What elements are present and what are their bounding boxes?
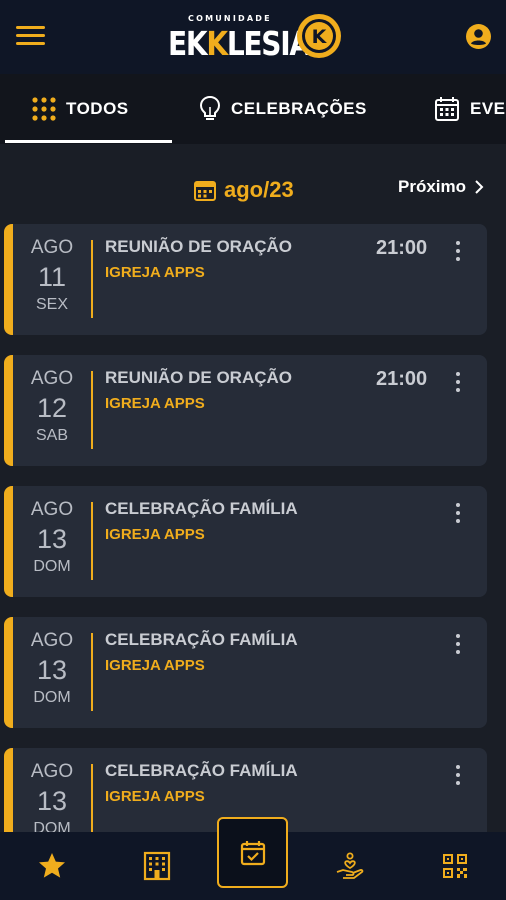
current-month: ago/23 (194, 177, 294, 203)
event-time: 21:00 (376, 368, 428, 390)
tab-label: TODOS (66, 99, 129, 118)
event-day: 11 (37, 262, 67, 292)
event-title: CELEBRAÇÃO FAMÍLIA (105, 499, 298, 518)
event-title: REUNIÃO DE ORAÇÃO (105, 368, 293, 387)
top-app-bar: COMUNIDADE EKKLESIA K (0, 0, 506, 74)
event-weekday: SEX (35, 296, 68, 313)
event-time: 21:00 (376, 237, 428, 259)
logo-subtitle: COMUNIDADE (188, 14, 272, 23)
account-circle-icon (466, 24, 491, 49)
svg-text:K: K (312, 26, 328, 48)
event-organizer: IGREJA APPS (105, 395, 205, 412)
tab-eventos[interactable]: EVENTOS (434, 74, 506, 144)
event-day: 12 (36, 393, 68, 423)
event-weekday: DOM (33, 820, 71, 832)
event-date: AGO 13 DOM (22, 760, 82, 832)
card-accent (4, 355, 13, 466)
event-day: 13 (36, 786, 68, 816)
calendar-icon (194, 181, 216, 201)
event-list: AGO 11 SEX REUNIÃO DE ORAÇÃO IGREJA APPS… (0, 216, 506, 832)
menu-button[interactable] (16, 26, 45, 46)
event-month: AGO (30, 761, 74, 782)
more-options-button[interactable] (450, 240, 466, 262)
logo-badge-icon: K (297, 14, 341, 58)
event-date: AGO 13 DOM (22, 498, 82, 578)
qr-code-icon (443, 854, 467, 878)
hand-heart-icon (336, 852, 364, 879)
month-navigation: ago/23 Próximo (0, 144, 506, 216)
calendar-check-icon (240, 840, 265, 865)
chevron-right-icon (475, 180, 484, 194)
date-divider (91, 764, 93, 832)
nav-qr-code[interactable] (420, 832, 490, 900)
event-month: AGO (30, 368, 74, 389)
card-accent (4, 486, 13, 597)
event-date: AGO 12 SAB (22, 367, 82, 447)
lightbulb-icon (199, 95, 221, 120)
event-card[interactable]: AGO 11 SEX REUNIÃO DE ORAÇÃO IGREJA APPS… (4, 224, 487, 335)
event-card[interactable]: AGO 12 SAB REUNIÃO DE ORAÇÃO IGREJA APPS… (4, 355, 487, 466)
event-date: AGO 13 DOM (22, 629, 82, 709)
profile-button[interactable] (465, 23, 492, 50)
event-organizer: IGREJA APPS (105, 788, 205, 805)
event-card[interactable]: AGO 13 DOM CELEBRAÇÃO FAMÍLIA IGREJA APP… (4, 617, 487, 728)
date-divider (91, 240, 93, 318)
card-accent (4, 748, 13, 832)
star-icon (39, 853, 65, 878)
card-accent (4, 224, 13, 335)
event-weekday: SAB (35, 427, 68, 444)
logo-wordmark: EKKLESIA (168, 24, 311, 63)
more-options-button[interactable] (450, 502, 466, 524)
nav-donations[interactable] (315, 832, 385, 900)
event-card[interactable]: AGO 13 DOM CELEBRAÇÃO FAMÍLIA IGREJA APP… (4, 486, 487, 597)
event-date: AGO 11 SEX (22, 236, 82, 316)
month-label: ago/23 (224, 177, 294, 202)
card-accent (4, 617, 13, 728)
event-day: 13 (36, 524, 68, 554)
date-divider (91, 502, 93, 580)
tab-label: EVENTOS (470, 99, 506, 118)
event-title: CELEBRAÇÃO FAMÍLIA (105, 761, 298, 780)
event-weekday: DOM (33, 558, 71, 575)
event-weekday: DOM (33, 689, 71, 706)
tab-celebracoes[interactable]: CELEBRAÇÕES (199, 74, 367, 144)
nav-agenda[interactable] (217, 817, 288, 888)
nav-church[interactable] (122, 832, 192, 900)
more-options-button[interactable] (450, 764, 466, 786)
more-options-button[interactable] (450, 371, 466, 393)
event-month: AGO (30, 237, 74, 258)
category-tabs: TODOS CELEBRAÇÕES EVENTOS (0, 74, 506, 144)
active-tab-indicator (5, 140, 172, 143)
grid-dots-icon (32, 97, 56, 121)
calendar-icon (435, 97, 459, 121)
building-icon (143, 851, 171, 881)
event-month: AGO (30, 499, 74, 520)
event-day: 13 (36, 655, 68, 685)
date-divider (91, 371, 93, 449)
app-logo: COMUNIDADE EKKLESIA K (166, 12, 346, 63)
tab-todos[interactable]: TODOS (32, 74, 129, 144)
event-month: AGO (30, 630, 74, 651)
event-organizer: IGREJA APPS (105, 264, 205, 281)
nav-favorites[interactable] (17, 832, 87, 900)
event-organizer: IGREJA APPS (105, 526, 205, 543)
event-title: REUNIÃO DE ORAÇÃO (105, 237, 293, 256)
more-options-button[interactable] (450, 633, 466, 655)
next-month-button[interactable]: Próximo (398, 177, 486, 197)
date-divider (91, 633, 93, 711)
event-title: CELEBRAÇÃO FAMÍLIA (105, 630, 298, 649)
event-organizer: IGREJA APPS (105, 657, 205, 674)
tab-label: CELEBRAÇÕES (231, 99, 367, 118)
next-label: Próximo (398, 177, 467, 196)
